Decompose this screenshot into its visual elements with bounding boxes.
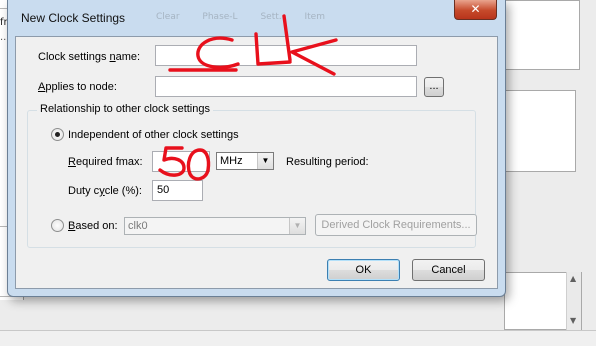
relationship-group-label: Relationship to other clock settings [37,103,213,115]
ghost-tab: Clear [156,12,180,22]
ghost-tab: Phase-L [202,12,238,22]
background-scrollbar[interactable]: ▲ ▼ [566,272,581,330]
based-on-radio[interactable] [51,219,64,232]
required-fmax-label: Required fmax: [68,156,143,168]
based-on-clock-select[interactable]: clk0 ▼ [124,217,306,235]
ghost-background-tabs: Clear Phase-L Sett. Item [156,12,345,22]
chevron-down-icon[interactable]: ▼ [257,153,273,169]
fmax-unit-value: MHz [220,155,243,167]
resulting-period-label: Resulting period: [286,156,369,168]
scroll-up-arrow-icon[interactable]: ▲ [570,274,576,283]
ghost-tab: Sett. [260,12,282,22]
applies-to-node-input[interactable] [155,76,417,97]
clock-name-label: Clock settings name: [38,51,141,63]
required-fmax-input[interactable] [152,151,210,172]
based-on-label: Based on: [68,220,118,232]
browse-node-button[interactable]: ... [424,77,444,97]
close-button[interactable]: ✕ [454,0,497,20]
ok-button[interactable]: OK [327,259,400,281]
close-icon: ✕ [470,2,481,16]
background-status-bar [0,330,596,346]
applies-to-node-label: Applies to node: [38,81,117,93]
duty-cycle-input[interactable]: 50 [152,180,203,201]
cancel-button[interactable]: Cancel [412,259,485,281]
scroll-down-arrow-icon[interactable]: ▼ [570,316,576,325]
fmax-unit-select[interactable]: MHz ▼ [216,152,274,170]
based-on-clock-value: clk0 [128,220,148,232]
dialog-title: New Clock Settings [21,11,126,25]
duty-cycle-label: Duty cycle (%): [68,185,142,197]
derived-clock-requirements-button[interactable]: Derived Clock Requirements... [315,214,477,236]
chevron-down-icon[interactable]: ▼ [289,218,305,234]
ghost-tab: Item [304,12,325,22]
background-panel [500,0,580,70]
independent-radio[interactable] [51,128,64,141]
independent-label: Independent of other clock settings [68,129,239,141]
background-panel [500,90,576,172]
clock-name-input[interactable] [155,45,417,66]
dialog-titlebar[interactable]: New Clock Settings Clear Phase-L Sett. I… [8,0,505,36]
